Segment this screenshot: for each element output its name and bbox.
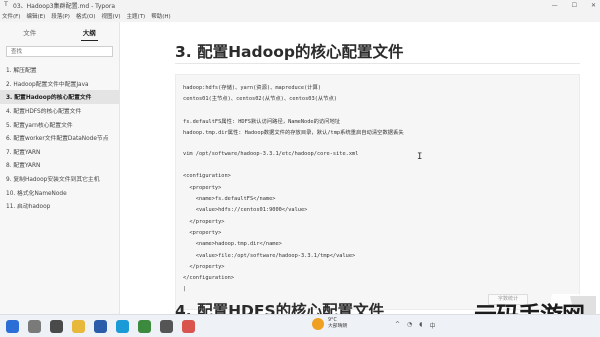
code-line: fs.defaultFS属性: HDFS默认访问路径，NameNode的访问地址: [183, 118, 341, 125]
windows-start-icon[interactable]: [6, 320, 19, 333]
maximize-button[interactable]: ☐: [572, 2, 577, 9]
outline-item[interactable]: 11. 启动hadoop: [0, 199, 119, 213]
text-cursor: I: [417, 152, 423, 162]
minimize-button[interactable]: —: [552, 2, 558, 9]
code-line: </property>: [183, 218, 225, 225]
code-line: vim /opt/software/hadoop-3.3.1/etc/hadoo…: [183, 150, 359, 157]
file-explorer-icon[interactable]: [72, 320, 85, 333]
input-method-icon[interactable]: 中: [429, 321, 435, 330]
menu-view[interactable]: 视图(V): [101, 12, 120, 20]
menu-file[interactable]: 文件(F): [2, 12, 20, 20]
window-controls: — ☐ ✕: [552, 0, 596, 10]
word-icon[interactable]: [94, 320, 107, 333]
outline-item[interactable]: 8. 配置YARN: [0, 158, 119, 172]
menu-theme[interactable]: 主题(T): [127, 12, 146, 20]
menu-bar: 文件(F) 编辑(E) 段落(P) 格式(O) 视图(V) 主题(T) 帮助(H…: [0, 10, 600, 22]
chrome-icon[interactable]: [138, 320, 151, 333]
sidebar-tabs: 文件 大纲: [0, 22, 119, 42]
code-line: <value>file:/opt/software/hadoop-3.3.1/t…: [183, 252, 356, 259]
tab-outline[interactable]: 大纲: [75, 24, 104, 41]
edge-icon[interactable]: [116, 320, 129, 333]
code-line: </property>: [183, 263, 225, 270]
outline-item[interactable]: 10. 格式化NameNode: [0, 185, 119, 199]
app-icon[interactable]: [182, 320, 195, 333]
system-tray: ^ ◔ ◖ 中: [395, 321, 435, 330]
chevron-up-icon[interactable]: ^: [395, 321, 400, 330]
code-line: <property>: [183, 184, 222, 191]
code-line: centos01(主节点)、centos02(从节点)、centos03(从节点…: [183, 96, 337, 103]
weather-widget[interactable]: 9°C 大部晴朗: [312, 318, 347, 330]
typora-icon[interactable]: [160, 320, 173, 333]
outline-item[interactable]: 2. Hadoop配置文件中配置Java: [0, 77, 119, 91]
taskbar-icons: [6, 320, 195, 333]
outline-item[interactable]: 4. 配置HDFS的核心配置文件: [0, 104, 119, 118]
code-line: hadoop.tmp.dir属性: Hadoop数据文件的存放目录，默认/tmp…: [183, 130, 404, 137]
window-title: 03、Hadoop3集群配置.md - Typora: [13, 2, 116, 10]
heading-divider: [175, 63, 580, 64]
task-view-icon[interactable]: [50, 320, 63, 333]
editor-area[interactable]: 3. 配置Hadoop的核心配置文件 hadoop:hdfs(存储)、yarn(…: [120, 22, 600, 314]
outline-list: 1. 解压配置 2. Hadoop配置文件中配置Java 3. 配置Hadoop…: [0, 63, 119, 213]
network-icon[interactable]: ◔: [407, 321, 412, 330]
search-icon[interactable]: [28, 320, 41, 333]
outline-search-input[interactable]: 查找: [6, 46, 113, 57]
taskbar: 9°C 大部晴朗 ^ ◔ ◖ 中: [0, 314, 600, 337]
code-line: <property>: [183, 229, 222, 236]
outline-item[interactable]: 1. 解压配置: [0, 63, 119, 77]
outline-item[interactable]: 9. 复制Hadoop安装文件到其它主机: [0, 172, 119, 186]
title-bar: T 03、Hadoop3集群配置.md - Typora — ☐ ✕: [0, 0, 600, 10]
menu-paragraph[interactable]: 段落(P): [51, 12, 70, 20]
menu-edit[interactable]: 编辑(E): [26, 12, 45, 20]
outline-item[interactable]: 7. 配置YARN: [0, 145, 119, 159]
next-section-heading[interactable]: 4. 配置HDFS的核心配置文件: [175, 299, 384, 314]
typora-app-icon: T: [4, 1, 8, 8]
code-line: hadoop:hdfs(存储)、yarn(资源)、mapreduce(计算): [183, 85, 322, 91]
code-line: |: [183, 286, 187, 293]
code-line: <configuration>: [183, 173, 231, 180]
code-block[interactable]: hadoop:hdfs(存储)、yarn(资源)、mapreduce(计算) ce…: [175, 74, 580, 310]
code-line: <name>fs.defaultFS</name>: [183, 196, 276, 202]
code-line: </configuration>: [183, 275, 235, 282]
code-line: <value>hdfs://centos01:9000</value>: [183, 207, 308, 214]
section-heading[interactable]: 3. 配置Hadoop的核心配置文件: [175, 40, 404, 62]
outline-item[interactable]: 6. 配置worker文件配置DataNode节点: [0, 131, 119, 145]
menu-help[interactable]: 帮助(H): [151, 12, 170, 20]
code-line: <name>hadoop.tmp.dir</name>: [183, 241, 282, 248]
weather-desc: 大部晴朗: [328, 324, 348, 329]
tab-files[interactable]: 文件: [15, 24, 44, 40]
volume-icon[interactable]: ◖: [419, 321, 422, 330]
outline-item[interactable]: 5. 配置yarn核心配置文件: [0, 117, 119, 131]
close-button[interactable]: ✕: [591, 2, 596, 9]
menu-format[interactable]: 格式(O): [76, 12, 96, 20]
sidebar: 文件 大纲 查找 1. 解压配置 2. Hadoop配置文件中配置Java 3.…: [0, 22, 120, 314]
outline-item-active[interactable]: 3. 配置Hadoop的核心配置文件: [0, 90, 119, 104]
sun-icon: [312, 318, 324, 330]
